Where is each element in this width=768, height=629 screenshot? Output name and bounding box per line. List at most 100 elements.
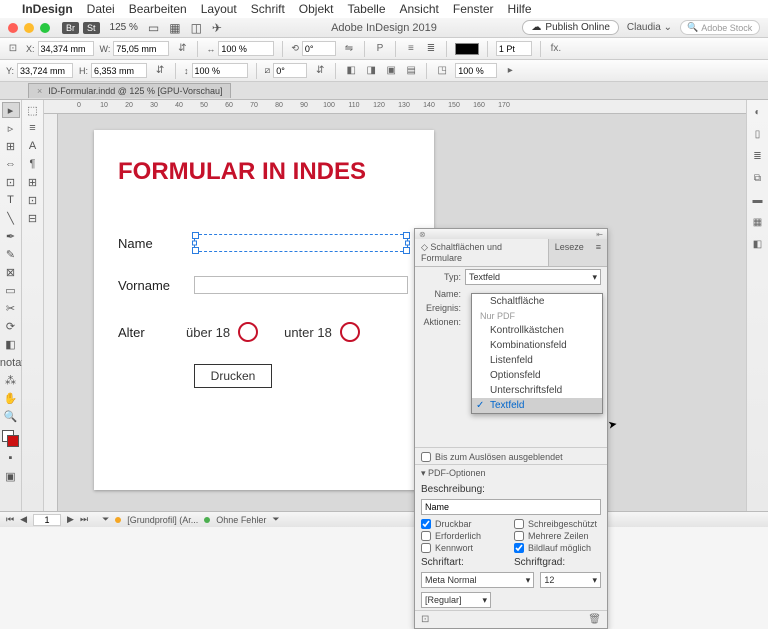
font-select[interactable]: Meta Normal▾ — [421, 572, 534, 588]
prev-page-icon[interactable]: ◀ — [20, 514, 27, 525]
pages-panel-icon[interactable]: ▯ — [750, 126, 766, 142]
prev-spread-icon[interactable]: ⏮ — [6, 514, 14, 525]
align-icons[interactable]: ≡ — [404, 42, 418, 56]
profile-status[interactable]: [Grundprofil] (Ar... — [127, 515, 198, 525]
menu-bearbeiten[interactable]: Bearbeiten — [129, 2, 187, 16]
document-tab[interactable]: × ID-Formular.indd @ 125 % [GPU-Vorschau… — [28, 83, 231, 98]
open-dropdown-icon[interactable]: ⏷ — [102, 514, 109, 525]
close-window-button[interactable] — [8, 23, 18, 33]
dd-item-textfeld[interactable]: Textfeld — [472, 398, 602, 413]
tab-bookmarks[interactable]: Leseze — [549, 239, 590, 266]
zoom-display[interactable]: 125 % — [110, 22, 138, 33]
zoom-tool-icon[interactable]: 🔍 — [2, 408, 20, 424]
print-button-frame[interactable]: Drucken — [194, 364, 272, 388]
font-style-select[interactable]: [Regular]▾ — [421, 592, 491, 608]
direct-selection-tool-icon[interactable]: ▹ — [2, 120, 20, 136]
dd-item-schaltflaeche[interactable]: Schaltfläche — [472, 294, 602, 309]
x-position-field[interactable] — [38, 41, 94, 56]
flip-v-icon[interactable]: ⇵ — [313, 64, 327, 78]
pdf-options-section[interactable]: ▾ PDF-Optionen — [415, 464, 607, 482]
tab-buttons-forms[interactable]: ◇ Schaltflächen und Formulare — [415, 239, 549, 266]
next-spread-icon[interactable]: ⏭ — [80, 514, 88, 525]
type-flow-icon[interactable]: P — [373, 42, 387, 56]
rectangle-frame-tool-icon[interactable]: ⊠ — [2, 264, 20, 280]
stroke-weight-field[interactable] — [496, 41, 532, 56]
hide-until-triggered-checkbox[interactable]: Bis zum Auslösen ausgeblendet — [421, 452, 563, 462]
dd-item-listenfeld[interactable]: Listenfeld — [472, 353, 602, 368]
arrange-icon[interactable]: ◫ — [191, 21, 202, 35]
stock-chip[interactable]: St — [83, 22, 100, 34]
type-tool-icon[interactable]: T — [2, 192, 20, 208]
swatches-panel-icon[interactable]: ▦ — [750, 214, 766, 230]
flip-h-icon[interactable]: ⇋ — [342, 42, 356, 56]
vertical-ruler[interactable] — [44, 114, 58, 511]
app-name[interactable]: InDesign — [22, 2, 73, 16]
beschreibung-field[interactable] — [421, 499, 601, 515]
dd-item-optionsfeld[interactable]: Optionsfeld — [472, 368, 602, 383]
typ-select[interactable]: Textfeld▾ — [465, 269, 601, 285]
dd-item-kombinationsfeld[interactable]: Kombinationsfeld — [472, 338, 602, 353]
transform-tool-icon[interactable]: ⟳ — [2, 318, 20, 334]
scale-x-field[interactable] — [218, 41, 274, 56]
publish-online-button[interactable]: ☁ Publish Online — [522, 20, 618, 35]
height-field[interactable] — [91, 63, 147, 78]
adobe-stock-search[interactable]: 🔍 Adobe Stock — [680, 20, 760, 35]
fx-icon[interactable]: fx. — [549, 42, 563, 56]
panel-menu-icon[interactable]: ≡ — [590, 239, 607, 266]
font-size-select[interactable]: 12▾ — [540, 572, 601, 588]
fullscreen-window-button[interactable] — [40, 23, 50, 33]
preflight-status[interactable]: Ohne Fehler — [216, 515, 266, 525]
mehrere-zeilen-checkbox[interactable]: Mehrere Zeilen — [514, 531, 601, 541]
scale-y-field[interactable] — [192, 63, 248, 78]
next-page-icon[interactable]: ▶ — [67, 514, 74, 525]
menu-objekt[interactable]: Objekt — [299, 2, 334, 16]
screen-mode-icon[interactable]: ▦ — [169, 21, 180, 35]
shear-field[interactable] — [273, 63, 307, 78]
stroke-panel-icon[interactable]: ▬ — [750, 192, 766, 208]
radio-over18[interactable] — [238, 322, 258, 342]
menu-hilfe[interactable]: Hilfe — [508, 2, 532, 16]
convert-to-object-icon[interactable]: ⊡ — [421, 614, 429, 625]
erforderlich-checkbox[interactable]: Erforderlich — [421, 531, 508, 541]
gpu-icon[interactable]: ✈ — [212, 21, 222, 35]
pen-tool-icon[interactable]: ✒ — [2, 228, 20, 244]
close-tab-icon[interactable]: × — [37, 86, 42, 96]
dd-item-unterschriftsfeld[interactable]: Unterschriftsfeld — [472, 383, 602, 398]
druckbar-checkbox[interactable]: Druckbar — [421, 519, 508, 529]
menu-layout[interactable]: Layout — [201, 2, 237, 16]
width-field[interactable] — [113, 41, 169, 56]
menu-schrift[interactable]: Schrift — [251, 2, 285, 16]
kennwort-checkbox[interactable]: Kennwort — [421, 543, 508, 553]
rotation-field[interactable] — [302, 41, 336, 56]
gap-tool-icon[interactable]: ⇔ — [2, 156, 20, 172]
menu-ansicht[interactable]: Ansicht — [400, 2, 439, 16]
delete-icon[interactable]: 🗑 — [588, 614, 601, 625]
screen-mode-toggle-icon[interactable]: ▣ — [2, 468, 20, 484]
links-panel-icon[interactable]: ⧉ — [750, 170, 766, 186]
name-input-frame[interactable] — [194, 234, 408, 252]
pencil-tool-icon[interactable]: ✎ — [2, 246, 20, 262]
view-options-icon[interactable]: ▭ — [148, 21, 159, 35]
constrain-icon[interactable]: ⇵ — [175, 42, 189, 56]
fill-swatch[interactable] — [455, 43, 479, 55]
user-menu[interactable]: Claudia ⌄ — [627, 22, 672, 33]
hand-tool-icon[interactable]: ✋ — [2, 390, 20, 406]
menu-fenster[interactable]: Fenster — [453, 2, 494, 16]
schreibgeschuetzt-checkbox[interactable]: Schreibgeschützt — [514, 519, 601, 529]
preflight-menu-icon[interactable]: ⏷ — [272, 514, 279, 525]
panel-close-icon[interactable]: ⊗ — [419, 230, 426, 239]
properties-panel-icon[interactable]: ◐ — [750, 104, 766, 120]
minimize-window-button[interactable] — [24, 23, 34, 33]
radio-under18[interactable] — [340, 322, 360, 342]
document-canvas[interactable]: 0 10 20 30 40 50 60 70 80 90 100 110 120… — [44, 100, 746, 511]
bildlauf-checkbox[interactable]: Bildlauf möglich — [514, 543, 601, 553]
horizontal-ruler[interactable]: 0 10 20 30 40 50 60 70 80 90 100 110 120… — [44, 100, 746, 114]
bridge-chip[interactable]: Br — [62, 22, 79, 34]
selection-tool-icon[interactable]: ▸ — [2, 102, 20, 118]
layers-panel-icon[interactable]: ≣ — [750, 148, 766, 164]
menu-datei[interactable]: Datei — [87, 2, 115, 16]
cc-libraries-icon[interactable]: ⬚ — [24, 102, 42, 118]
content-collector-icon[interactable]: ⊡ — [2, 174, 20, 190]
rectangle-tool-icon[interactable]: ▭ — [2, 282, 20, 298]
note-tool-icon[interactable]: �annotations — [2, 354, 20, 370]
